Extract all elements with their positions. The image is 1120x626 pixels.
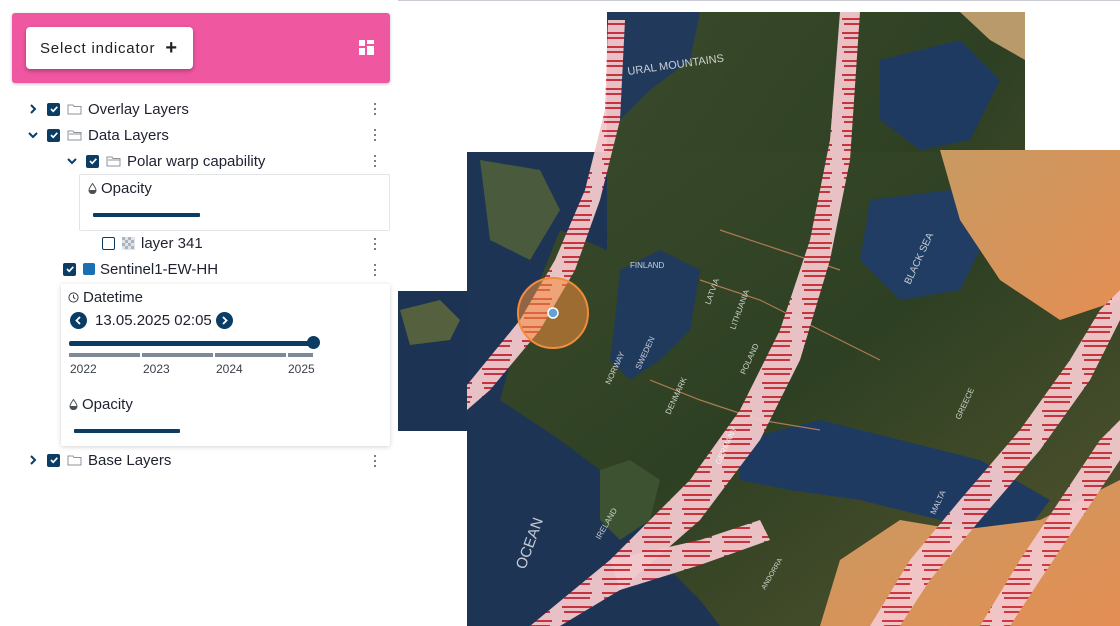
datetime-label: Datetime [83,289,144,306]
base-layers-label: Base Layers [88,451,172,469]
previous-date-button[interactable] [70,312,87,329]
polar-warp-menu-icon[interactable] [373,155,377,167]
opacity-drop-icon [69,399,78,410]
layer-341-checkbox[interactable] [102,236,115,250]
layer-341-label: layer 341 [141,234,203,252]
polar-opacity-control: Opacity [79,174,390,231]
overlay-layers-checkbox[interactable] [47,102,60,116]
sentinel-color-swatch [83,263,95,275]
data-layers-menu-icon[interactable] [373,129,377,141]
location-marker-dot[interactable] [547,307,559,319]
layer-341-menu-icon[interactable] [373,238,377,250]
sentinel-checkbox[interactable] [63,262,76,276]
polar-warp-label: Polar warp capability [127,152,266,170]
sentinel-menu-icon[interactable] [373,264,377,276]
indicator-header: Select indicator + [12,13,390,83]
sentinel-opacity-slider[interactable] [74,429,180,433]
year-segment [215,353,286,357]
chevron-down-icon[interactable] [64,153,80,169]
polar-opacity-slider[interactable] [93,213,200,217]
select-indicator-label: Select indicator [40,39,156,57]
base-layers-menu-icon[interactable] [373,455,377,467]
plus-icon: + [165,37,178,59]
layer-group-data[interactable]: Data Layers [25,123,169,147]
next-date-button[interactable] [216,312,233,329]
datetime-title: Datetime [68,289,143,306]
folder-open-icon [106,156,121,167]
label-finland: FINLAND [630,261,664,270]
layer-pattern-icon [122,236,135,250]
folder-open-icon [67,130,82,141]
layer-group-polar[interactable]: Polar warp capability [64,149,265,173]
sentinel-opacity-label: Opacity [82,396,133,413]
year-segment [142,353,213,357]
year-label: 2022 [70,362,97,376]
chevron-right-icon[interactable] [25,452,41,468]
time-slider-thumb[interactable] [307,336,320,349]
chevron-left-icon [75,316,81,325]
year-label: 2025 [288,362,315,376]
polar-warp-checkbox[interactable] [86,154,99,168]
opacity-drop-icon [88,183,97,194]
year-segment [288,353,313,357]
overlay-layers-label: Overlay Layers [88,100,189,118]
base-layers-checkbox[interactable] [47,453,60,467]
opacity-title: Opacity [69,396,133,413]
sentinel-controls: Datetime 13.05.2025 02:05 2022 2023 2024… [61,284,390,446]
sentinel-label: Sentinel1-EW-HH [100,260,219,278]
layer-group-overlay[interactable]: Overlay Layers [25,97,189,121]
layer-item-sentinel[interactable]: Sentinel1-EW-HH [63,257,218,281]
year-segment [69,353,140,357]
clock-icon [68,292,79,303]
data-layers-label: Data Layers [88,126,169,144]
panel-fade [320,470,398,570]
folder-icon [67,104,82,115]
time-slider-track[interactable] [69,341,314,346]
chevron-down-icon[interactable] [25,127,41,143]
folder-icon [67,455,82,466]
layer-group-base[interactable]: Base Layers [25,448,171,472]
opacity-title: Opacity [88,180,152,197]
chevron-right-icon[interactable] [25,101,41,117]
dashboard-layout-icon[interactable] [359,40,374,55]
date-value: 13.05.2025 02:05 [95,312,212,329]
select-indicator-button[interactable]: Select indicator + [26,27,193,69]
year-label: 2024 [216,362,243,376]
polar-opacity-label: Opacity [101,180,152,197]
layer-panel: Select indicator + Overlay Layers Data L… [0,0,398,570]
year-label: 2023 [143,362,170,376]
layer-item-341[interactable]: layer 341 [102,231,203,255]
overlay-layers-menu-icon[interactable] [373,103,377,115]
data-layers-checkbox[interactable] [47,128,60,142]
chevron-right-icon [222,316,228,325]
